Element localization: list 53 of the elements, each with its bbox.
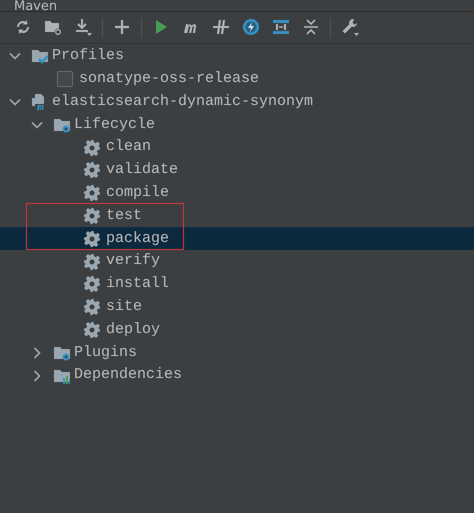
tree-label: verify [106,251,160,272]
add-icon [112,18,132,37]
tree-label: package [106,228,170,249]
folder-sync-icon [44,18,62,37]
tree-row[interactable]: site [0,296,474,319]
tree-label: elasticsearch-dynamic-synonym [52,92,314,112]
gear-icon [84,140,100,156]
tree-label: clean [106,137,152,158]
tree-row[interactable]: sonatype-oss-release [0,68,474,91]
tree-label: deploy [106,320,160,340]
tree-row[interactable]: Plugins [0,341,474,364]
tree-label: install [106,274,170,294]
checkbox[interactable] [57,71,73,88]
tree-label: sonatype-oss-release [79,68,260,89]
tree-row[interactable]: package [0,227,474,250]
wrench-icon [340,18,360,37]
tree-row[interactable]: verify [0,250,474,273]
columns-icon [272,18,290,37]
tree-label: Profiles [52,46,124,66]
tree-label: site [106,296,142,317]
tree-row[interactable]: install [0,272,474,296]
panel-title: Maven [14,0,58,11]
gear-icon [84,208,100,224]
tree-label: Plugins [74,342,138,362]
gear-icon [84,230,100,247]
tree-label: Dependencies [74,365,182,386]
tree-label: compile [106,182,170,203]
tree-row[interactable]: Profiles [0,45,474,68]
lightning-icon [242,18,260,37]
tree-row[interactable]: validate [0,158,474,182]
tree-label: test [106,206,142,226]
folder-chart-icon [54,368,70,384]
gear-icon [84,162,100,178]
gear-icon [84,299,100,316]
tree-row[interactable]: compile [0,182,474,205]
skip-icon [212,18,230,37]
gear-icon [84,322,100,338]
tree-label: Lifecycle [74,114,156,135]
tree-row[interactable]: elasticsearch-dynamic-synonym [0,90,474,114]
gear-icon [84,185,100,202]
tree-row[interactable]: test [0,204,474,228]
download-icon [74,18,92,37]
tree-row[interactable]: Lifecycle [0,113,474,136]
tree-label: validate [106,160,178,180]
tree-row[interactable]: clean [0,136,474,159]
tree-row[interactable]: deploy [0,318,474,342]
gear-icon [84,276,100,292]
folder-gear-icon [54,344,70,361]
folder-check-icon [32,48,48,64]
tree-row[interactable]: Dependencies [0,364,474,387]
folder-gear-icon [54,116,70,133]
gear-icon [84,254,100,270]
collapse-icon [302,18,320,37]
